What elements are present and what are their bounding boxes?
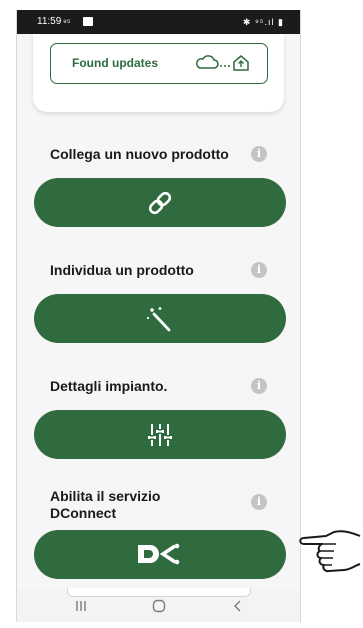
status-bar: 11:59 ⁹⁵ ✱ ⁹⁵.ıl ▮ [17,10,300,34]
info-icon[interactable]: i [251,378,267,394]
section-label-connect-product: Collega un nuovo prodotto [50,146,229,162]
status-right-indicators: ✱ ⁹⁵.ıl ▮ [242,17,284,27]
back-icon[interactable] [230,598,246,614]
home-icon[interactable] [151,598,167,614]
system-details-button[interactable] [34,410,286,459]
bottom-sheet-edge [67,588,251,597]
magic-wand-icon [147,307,171,332]
find-product-button[interactable] [34,294,286,343]
system-nav-bar [17,588,300,622]
updates-card: Found updates [33,34,284,112]
status-left-indicators: ⁹⁵ [63,17,71,27]
status-time: 11:59 [37,16,62,27]
section-label-system-details: Dettagli impianto. [50,378,168,394]
gallery-notification-icon [83,17,93,26]
info-icon[interactable]: i [251,262,267,278]
section-label-enable-dconnect: Abilita il servizio DConnect [50,488,161,521]
sliders-icon [148,424,172,446]
info-icon[interactable]: i [251,146,267,162]
cloud-to-home-icon [196,55,249,71]
phone-screen: 11:59 ⁹⁵ ✱ ⁹⁵.ıl ▮ Found updates Collega… [16,10,301,622]
enable-dconnect-button[interactable] [34,530,286,579]
recent-apps-icon[interactable] [73,598,89,614]
link-icon [148,191,172,215]
dconnect-logo-icon [138,543,180,565]
found-updates-button[interactable]: Found updates [50,43,268,84]
info-icon[interactable]: i [251,494,267,510]
pointing-hand-icon [299,530,361,573]
section-label-find-product: Individua un prodotto [50,262,194,278]
connect-product-button[interactable] [34,178,286,227]
found-updates-label: Found updates [72,56,158,70]
